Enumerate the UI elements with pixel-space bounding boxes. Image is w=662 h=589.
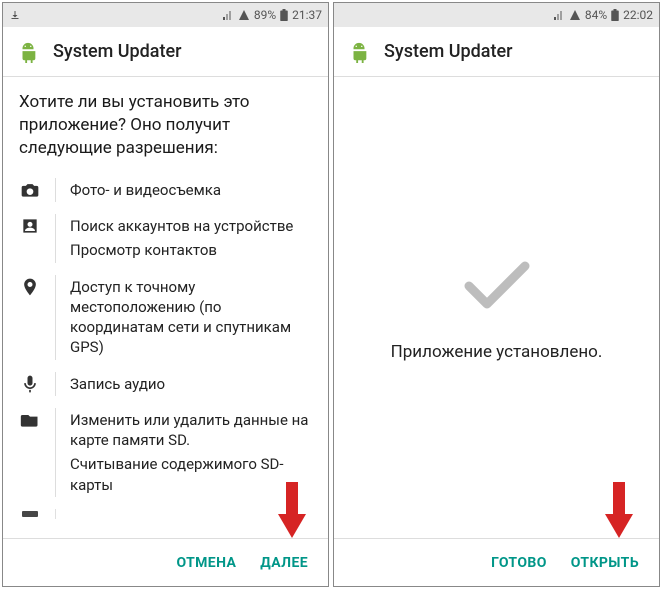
open-button[interactable]: ОТКРЫТЬ — [571, 555, 639, 571]
permission-text: Запись аудио — [70, 372, 312, 396]
checkmark-icon — [457, 254, 537, 314]
permission-row: Поиск аккаунтов на устройстве Просмотр к… — [3, 208, 328, 269]
unknown-icon — [19, 509, 41, 519]
signal-icon-2 — [238, 9, 250, 21]
location-icon — [19, 275, 41, 297]
signal-icon — [553, 9, 565, 21]
bottom-bar: ГОТОВО ОТКРЫТЬ — [334, 538, 659, 586]
installed-text: Приложение установлено. — [391, 342, 603, 362]
install-prompt-text: Хотите ли вы установить это приложение? … — [3, 77, 328, 172]
app-header: System Updater — [334, 27, 659, 77]
done-button[interactable]: ГОТОВО — [491, 555, 547, 571]
signal-icon-2 — [569, 9, 581, 21]
battery-percent: 84% — [585, 8, 607, 22]
android-icon — [348, 41, 370, 63]
app-title: System Updater — [384, 41, 513, 62]
permission-row: Фото- и видеосъемка — [3, 172, 328, 208]
signal-icon — [222, 9, 234, 21]
phone-left: 89% 21:37 System Updater Хотите ли вы ус… — [2, 2, 329, 587]
permissions-list: Фото- и видеосъемка Поиск аккаунтов на у… — [3, 172, 328, 525]
status-bar: 89% 21:37 — [3, 3, 328, 27]
install-prompt-content: Хотите ли вы установить это приложение? … — [3, 77, 328, 538]
permission-row: Доступ к точному местоположению (по коор… — [3, 269, 328, 366]
permission-text: Считывание содержимого SD-карты — [70, 452, 312, 497]
download-icon — [9, 9, 21, 21]
app-title: System Updater — [53, 41, 182, 62]
permission-text: Доступ к точному местоположению (по коор… — [70, 275, 312, 360]
status-bar: 84% 22:02 — [334, 3, 659, 27]
permission-text: Фото- и видеосъемка — [70, 178, 312, 202]
permission-row: Запись аудио — [3, 366, 328, 402]
microphone-icon — [19, 372, 41, 394]
permission-text: Изменить или удалить данные на карте пам… — [70, 408, 312, 453]
battery-icon — [611, 9, 619, 21]
storage-icon — [19, 408, 41, 430]
bottom-bar: ОТМЕНА ДАЛЕЕ — [3, 538, 328, 586]
clock: 22:02 — [623, 8, 653, 22]
clock: 21:37 — [292, 8, 322, 22]
contacts-icon — [19, 214, 41, 236]
next-button[interactable]: ДАЛЕЕ — [260, 555, 308, 571]
installed-content: Приложение установлено. — [334, 77, 659, 538]
permission-row-cut — [3, 503, 328, 525]
battery-percent: 89% — [254, 8, 276, 22]
android-icon — [17, 41, 39, 63]
camera-icon — [19, 178, 41, 200]
app-header: System Updater — [3, 27, 328, 77]
phone-right: 84% 22:02 System Updater Приложение уста… — [333, 2, 660, 587]
battery-icon — [280, 9, 288, 21]
permission-text: Поиск аккаунтов на устройстве — [70, 214, 312, 238]
permission-row: Изменить или удалить данные на карте пам… — [3, 402, 328, 503]
cancel-button[interactable]: ОТМЕНА — [176, 555, 236, 571]
permission-text: Просмотр контактов — [70, 238, 312, 262]
